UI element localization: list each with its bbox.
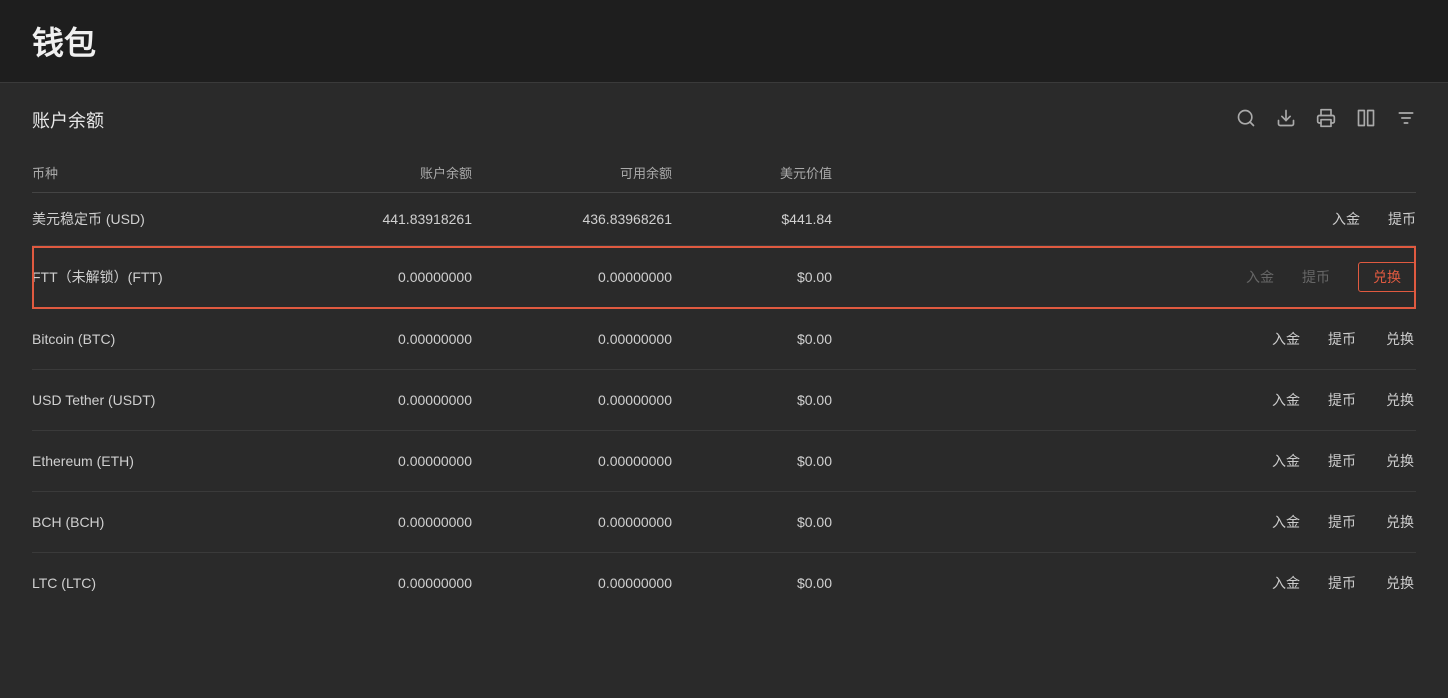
available-cell: 0.00000000 bbox=[472, 431, 672, 492]
balance-cell: 0.00000000 bbox=[272, 553, 472, 614]
usd-value-cell: $441.84 bbox=[672, 193, 832, 246]
table-row: 美元稳定币 (USD)441.83918261436.83968261$441.… bbox=[32, 193, 1416, 246]
exchange-button[interactable]: 兑换 bbox=[1358, 262, 1416, 292]
withdraw-button[interactable]: 提币 bbox=[1328, 512, 1356, 532]
search-icon[interactable] bbox=[1236, 108, 1256, 133]
exchange-button[interactable]: 兑换 bbox=[1384, 386, 1416, 414]
deposit-button[interactable]: 入金 bbox=[1272, 451, 1300, 471]
available-cell: 0.00000000 bbox=[472, 370, 672, 431]
actions-cell: 入金 提币 兑换 bbox=[832, 492, 1416, 553]
balance-cell: 0.00000000 bbox=[272, 492, 472, 553]
actions-cell: 入金 提币 兑换 bbox=[832, 553, 1416, 614]
withdraw-button: 提币 bbox=[1302, 267, 1330, 287]
exchange-button[interactable]: 兑换 bbox=[1384, 508, 1416, 536]
balance-cell: 0.00000000 bbox=[272, 370, 472, 431]
currency-cell: Bitcoin (BTC) bbox=[32, 309, 272, 370]
actions-cell: 入金 提币 兑换 bbox=[832, 370, 1416, 431]
available-cell: 0.00000000 bbox=[472, 309, 672, 370]
table-row: FTT（未解锁）(FTT)0.000000000.00000000$0.00入金… bbox=[32, 246, 1416, 309]
balance-cell: 441.83918261 bbox=[272, 193, 472, 246]
actions-cell: 入金 提币 bbox=[832, 193, 1416, 246]
withdraw-button[interactable]: 提币 bbox=[1328, 329, 1356, 349]
withdraw-button[interactable]: 提币 bbox=[1328, 451, 1356, 471]
section-title: 账户余额 bbox=[32, 107, 104, 133]
col-balance-header: 账户余额 bbox=[272, 153, 472, 193]
withdraw-button[interactable]: 提币 bbox=[1388, 209, 1416, 229]
currency-cell: 美元稳定币 (USD) bbox=[32, 193, 272, 246]
balance-cell: 0.00000000 bbox=[272, 309, 472, 370]
available-cell: 0.00000000 bbox=[472, 492, 672, 553]
col-available-header: 可用余额 bbox=[472, 153, 672, 193]
deposit-button[interactable]: 入金 bbox=[1332, 209, 1360, 229]
print-icon[interactable] bbox=[1316, 108, 1336, 133]
page-title: 钱包 bbox=[32, 25, 96, 61]
available-cell: 436.83968261 bbox=[472, 193, 672, 246]
currency-cell: USD Tether (USDT) bbox=[32, 370, 272, 431]
usd-value-cell: $0.00 bbox=[672, 553, 832, 614]
currency-cell: FTT（未解锁）(FTT) bbox=[32, 246, 272, 309]
usd-value-cell: $0.00 bbox=[672, 309, 832, 370]
table-row: Ethereum (ETH)0.000000000.00000000$0.00入… bbox=[32, 431, 1416, 492]
columns-icon[interactable] bbox=[1356, 108, 1376, 133]
deposit-button[interactable]: 入金 bbox=[1272, 329, 1300, 349]
page-header: 钱包 bbox=[0, 0, 1448, 83]
usd-value-cell: $0.00 bbox=[672, 246, 832, 309]
actions-cell: 入金 提币 兑换 bbox=[832, 431, 1416, 492]
withdraw-button[interactable]: 提币 bbox=[1328, 573, 1356, 593]
download-icon[interactable] bbox=[1276, 108, 1296, 133]
col-usd-header: 美元价值 bbox=[672, 153, 832, 193]
table-row: LTC (LTC)0.000000000.00000000$0.00入金提币兑换 bbox=[32, 553, 1416, 614]
toolbar-icons bbox=[1236, 108, 1416, 133]
main-content: 账户余额 bbox=[0, 83, 1448, 637]
deposit-button[interactable]: 入金 bbox=[1272, 390, 1300, 410]
actions-cell: 入金 提币 兑换 bbox=[832, 309, 1416, 370]
col-actions-header bbox=[832, 153, 1416, 193]
available-cell: 0.00000000 bbox=[472, 553, 672, 614]
currency-cell: LTC (LTC) bbox=[32, 553, 272, 614]
deposit-button[interactable]: 入金 bbox=[1272, 573, 1300, 593]
balance-cell: 0.00000000 bbox=[272, 431, 472, 492]
exchange-button[interactable]: 兑换 bbox=[1384, 569, 1416, 597]
usd-value-cell: $0.00 bbox=[672, 370, 832, 431]
currency-cell: BCH (BCH) bbox=[32, 492, 272, 553]
table-row: BCH (BCH)0.000000000.00000000$0.00入金提币兑换 bbox=[32, 492, 1416, 553]
deposit-button: 入金 bbox=[1246, 267, 1274, 287]
deposit-button[interactable]: 入金 bbox=[1272, 512, 1300, 532]
usd-value-cell: $0.00 bbox=[672, 431, 832, 492]
section-header: 账户余额 bbox=[32, 107, 1416, 133]
exchange-button[interactable]: 兑换 bbox=[1384, 447, 1416, 475]
exchange-button[interactable]: 兑换 bbox=[1384, 325, 1416, 353]
filter-icon[interactable] bbox=[1396, 108, 1416, 133]
balances-table: 币种 账户余额 可用余额 美元价值 美元稳定币 (USD)441.8391826… bbox=[32, 153, 1416, 613]
col-currency-header: 币种 bbox=[32, 153, 272, 193]
table-row: Bitcoin (BTC)0.000000000.00000000$0.00入金… bbox=[32, 309, 1416, 370]
table-header: 币种 账户余额 可用余额 美元价值 bbox=[32, 153, 1416, 193]
balance-cell: 0.00000000 bbox=[272, 246, 472, 309]
table-row: USD Tether (USDT)0.000000000.00000000$0.… bbox=[32, 370, 1416, 431]
usd-value-cell: $0.00 bbox=[672, 492, 832, 553]
actions-cell: 入金 提币 兑换 bbox=[832, 246, 1416, 309]
available-cell: 0.00000000 bbox=[472, 246, 672, 309]
currency-cell: Ethereum (ETH) bbox=[32, 431, 272, 492]
withdraw-button[interactable]: 提币 bbox=[1328, 390, 1356, 410]
table-body: 美元稳定币 (USD)441.83918261436.83968261$441.… bbox=[32, 193, 1416, 614]
